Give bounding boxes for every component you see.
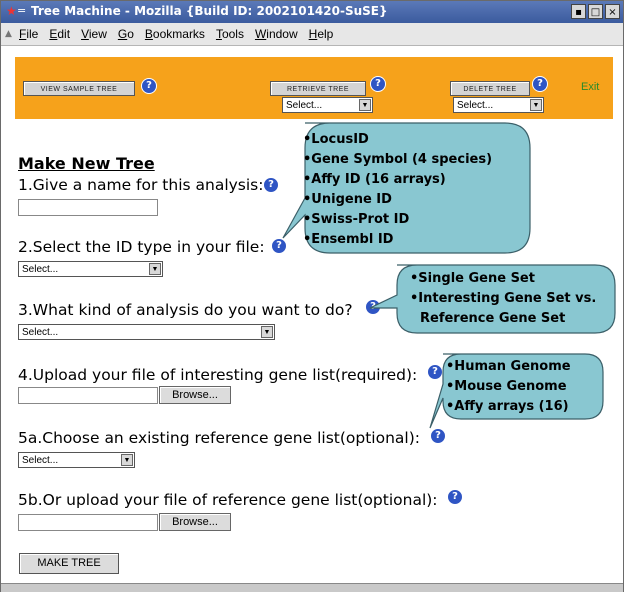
retrieve-tree-select[interactable]: Select... ▼ <box>282 97 373 113</box>
analysis-type-select-value: Select... <box>22 327 59 338</box>
question-5a-label: 5a.Choose an existing reference gene lis… <box>18 429 420 447</box>
id-type-callout-text: •LocusID •Gene Symbol (4 species) •Affy … <box>303 130 492 250</box>
exit-link[interactable]: Exit <box>581 81 599 93</box>
make-tree-button[interactable]: MAKE TREE <box>19 553 119 574</box>
chevron-down-icon: ▼ <box>359 99 371 111</box>
menu-file[interactable]: File <box>19 27 38 41</box>
callout-item: Reference Gene Set <box>420 311 566 326</box>
view-sample-help-icon[interactable]: ? <box>141 78 157 94</box>
chevron-down-icon: ▼ <box>149 263 161 275</box>
callout-item: •Unigene ID <box>303 192 392 207</box>
window-controls: ▪ □ × <box>571 4 620 19</box>
chevron-down-icon: ▼ <box>121 454 133 466</box>
callout-item: •Swiss-Prot ID <box>303 212 410 227</box>
maximize-button[interactable]: □ <box>588 4 603 19</box>
question-2-label: 2.Select the ID type in your file: <box>18 238 265 256</box>
name-help-icon[interactable]: ? <box>263 177 279 193</box>
question-4-label: 4.Upload your file of interesting gene l… <box>18 366 418 384</box>
menu-tools[interactable]: Tools <box>216 27 244 41</box>
page-title: Make New Tree <box>18 154 155 173</box>
analysis-type-select[interactable]: Select... ▼ <box>18 324 275 340</box>
browse-interesting-button[interactable]: Browse... <box>159 386 231 404</box>
delete-tree-button[interactable]: DELETE TREE <box>450 81 530 96</box>
reference-select-value: Select... <box>22 455 59 466</box>
id-type-select[interactable]: Select... ▼ <box>18 261 163 277</box>
analysis-help-icon[interactable]: ? <box>365 299 381 315</box>
reference-help-icon[interactable]: ? <box>430 428 446 444</box>
retrieve-select-value: Select... <box>286 100 323 111</box>
upload-reference-help-icon[interactable]: ? <box>447 489 463 505</box>
interesting-gene-file-input[interactable] <box>18 387 158 404</box>
menu-go[interactable]: Go <box>118 27 134 41</box>
menubar-grip-icon[interactable]: ▲ <box>5 29 12 39</box>
reference-callout-text: •Human Genome •Mouse Genome •Affy arrays… <box>446 357 571 417</box>
action-toolbar: VIEW SAMPLE TREE ? RETRIEVE TREE ? Selec… <box>15 57 613 119</box>
minimize-button[interactable]: ▪ <box>571 4 586 19</box>
menu-bookmarks[interactable]: Bookmarks <box>145 27 205 41</box>
browse-reference-button[interactable]: Browse... <box>159 513 231 531</box>
view-sample-tree-button[interactable]: VIEW SAMPLE TREE <box>23 81 135 96</box>
reference-gene-file-input[interactable] <box>18 514 158 531</box>
callout-item: •Mouse Genome <box>446 379 567 394</box>
analysis-name-input[interactable] <box>18 199 158 216</box>
title-bar[interactable]: ★ = Tree Machine - Mozilla {Build ID: 20… <box>1 1 623 23</box>
menu-window[interactable]: Window <box>255 27 298 41</box>
question-3-label: 3.What kind of analysis do you want to d… <box>18 301 353 319</box>
menu-edit[interactable]: Edit <box>49 27 70 41</box>
callout-item: •Affy ID (16 arrays) <box>303 172 446 187</box>
analysis-callout-text: •Single Gene Set •Interesting Gene Set v… <box>410 269 596 329</box>
id-type-help-icon[interactable]: ? <box>271 238 287 254</box>
callout-item: •Gene Symbol (4 species) <box>303 152 493 167</box>
chevron-down-icon: ▼ <box>261 326 273 338</box>
menu-view[interactable]: View <box>81 27 107 41</box>
reference-list-select[interactable]: Select... ▼ <box>18 452 135 468</box>
id-type-select-value: Select... <box>22 264 59 275</box>
callout-item: •Interesting Gene Set vs. <box>410 291 597 306</box>
menu-bar: ▲ File Edit View Go Bookmarks Tools Wind… <box>1 23 623 46</box>
retrieve-help-icon[interactable]: ? <box>370 76 386 92</box>
chevron-down-icon: ▼ <box>530 99 542 111</box>
callout-item: •Affy arrays (16) <box>446 399 569 414</box>
callout-item: •Single Gene Set <box>410 271 535 286</box>
delete-tree-select[interactable]: Select... ▼ <box>453 97 544 113</box>
callout-item: •LocusID <box>303 132 369 147</box>
callout-item: •Ensembl ID <box>303 232 394 247</box>
callout-item: •Human Genome <box>446 359 571 374</box>
delete-select-value: Select... <box>457 100 494 111</box>
retrieve-tree-button[interactable]: RETRIEVE TREE <box>270 81 366 96</box>
close-button[interactable]: × <box>605 4 620 19</box>
question-1-label: 1.Give a name for this analysis: <box>18 176 264 194</box>
window-title: Tree Machine - Mozilla {Build ID: 200210… <box>31 4 388 18</box>
question-5b-label: 5b.Or upload your file of reference gene… <box>18 491 438 509</box>
upload-help-icon[interactable]: ? <box>427 364 443 380</box>
window-menu-icon[interactable]: = <box>17 4 26 17</box>
menu-help[interactable]: Help <box>309 27 334 41</box>
delete-help-icon[interactable]: ? <box>532 76 548 92</box>
status-bar <box>1 583 623 592</box>
mozilla-star-icon: ★ <box>6 4 17 18</box>
